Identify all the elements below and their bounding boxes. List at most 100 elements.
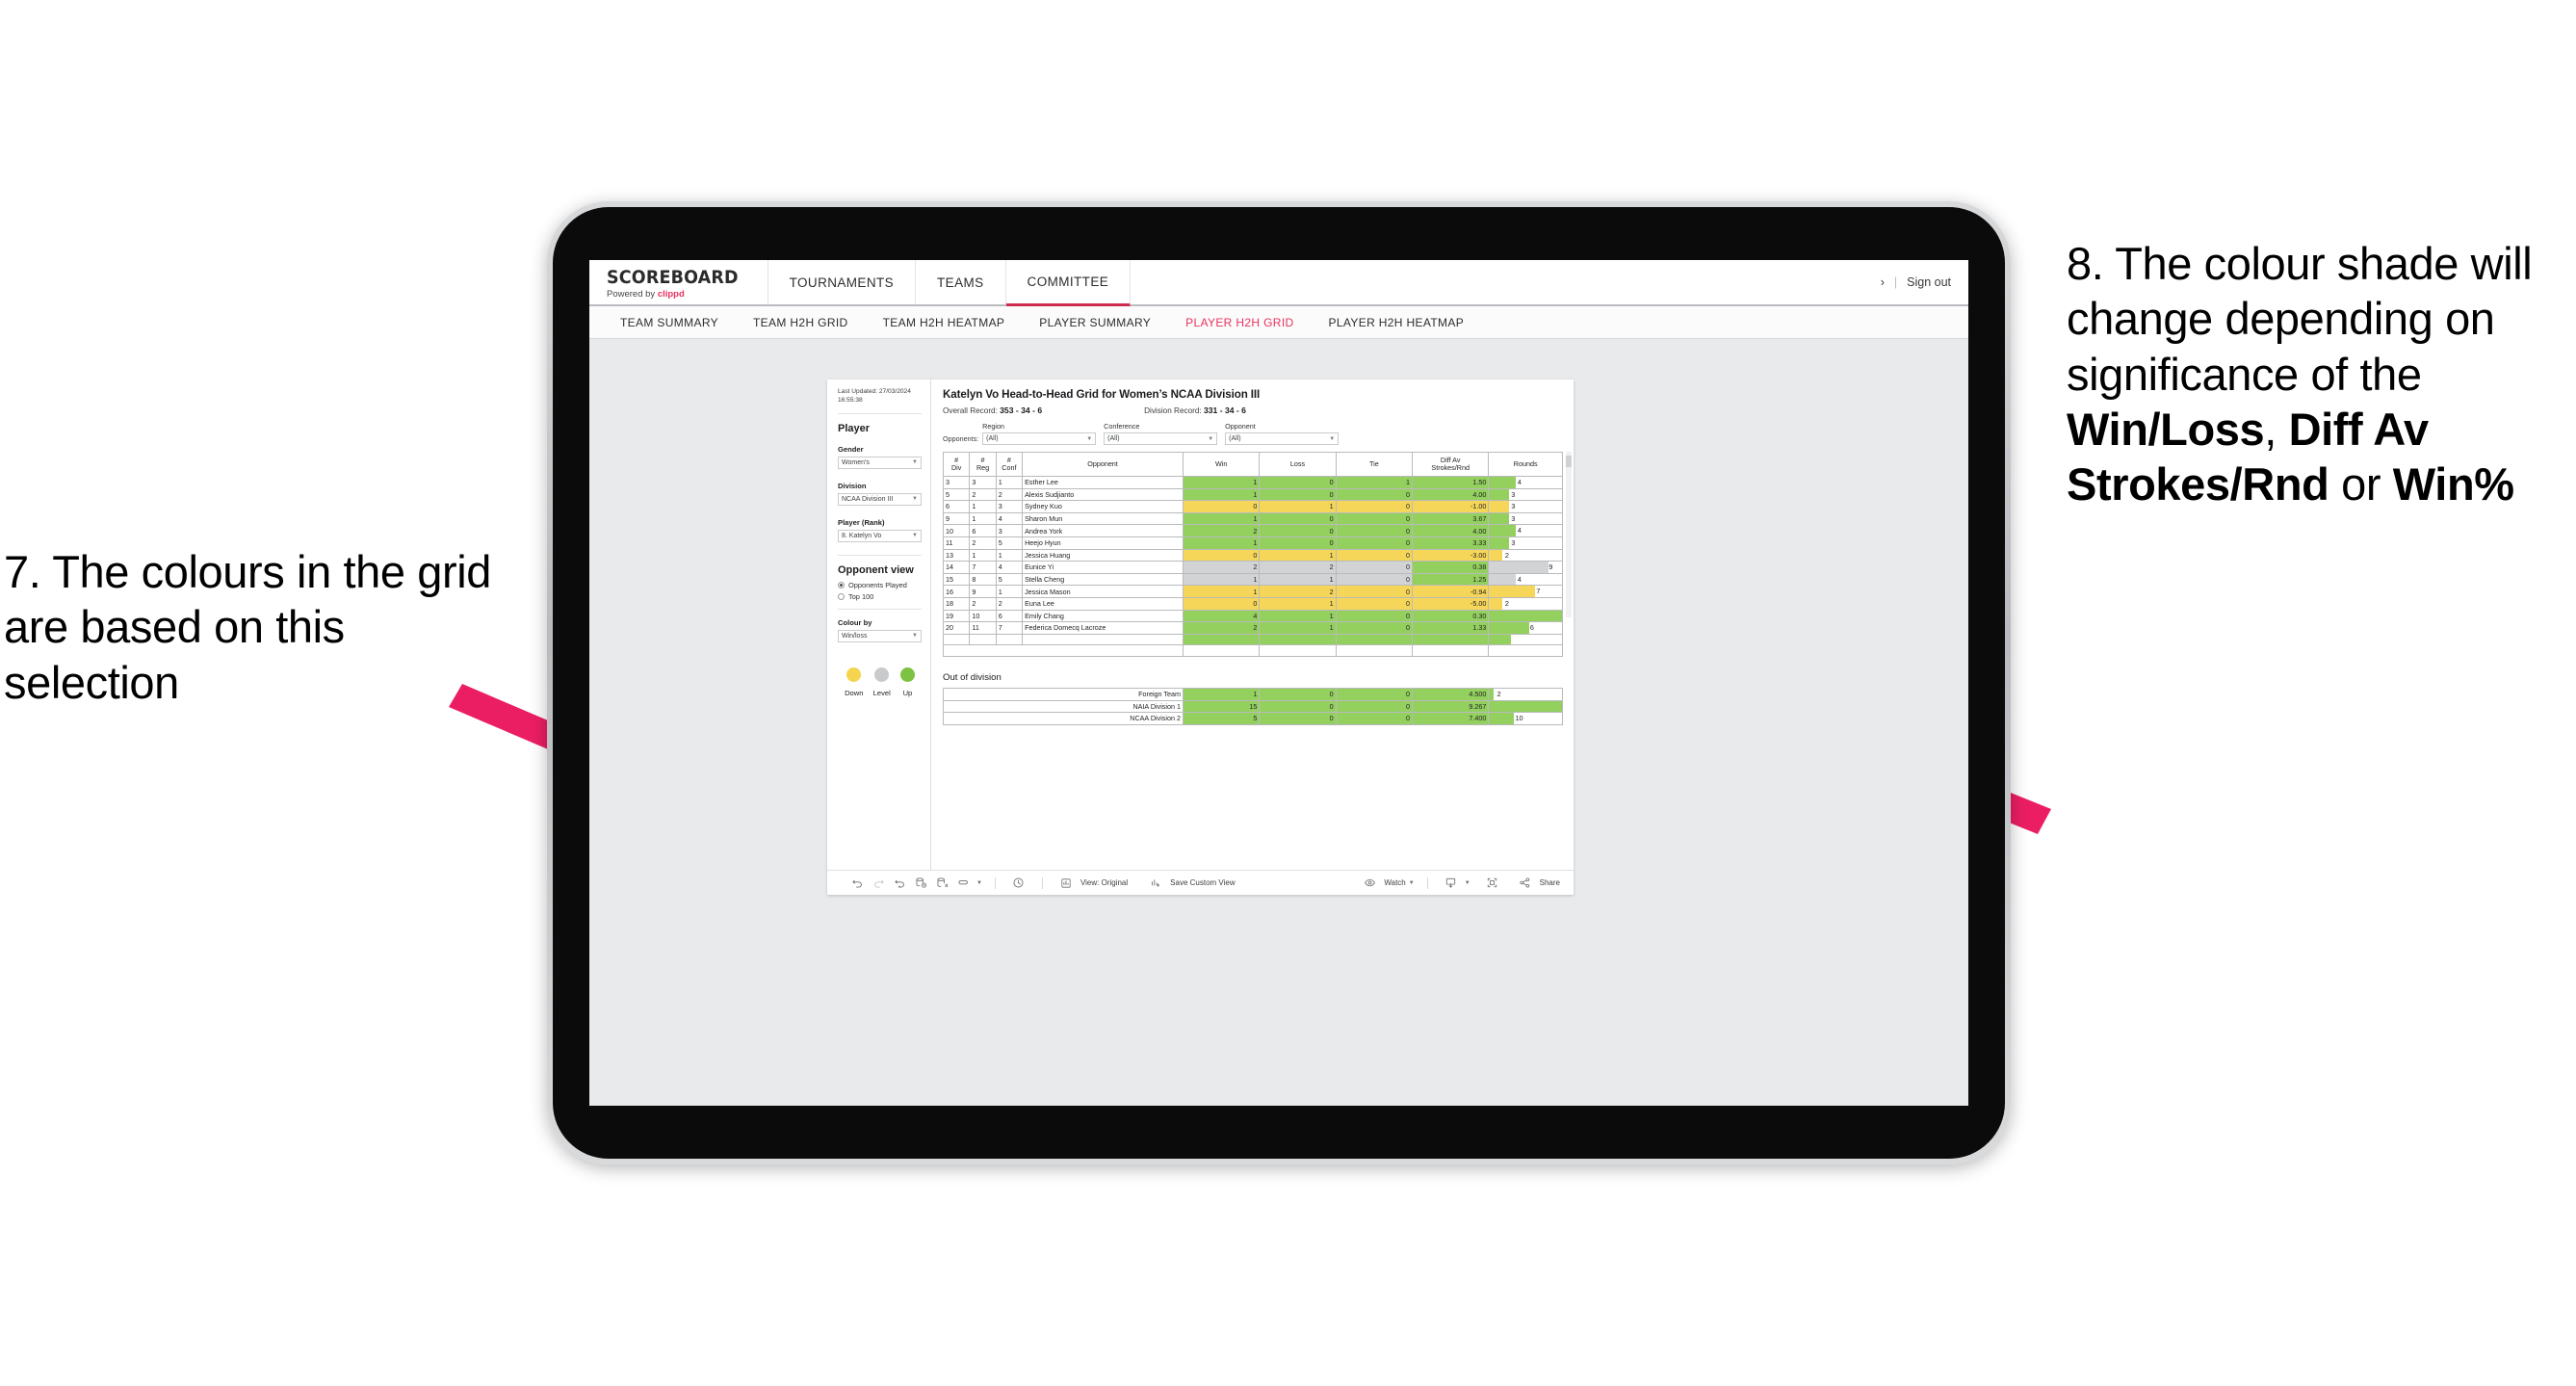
filter-conference-select[interactable]: (All) ▼ [1104,432,1218,445]
cell-name: NCAA Division 2 [943,712,1184,725]
legend-dot-level [874,667,890,682]
filter-colour-by-value: Win/loss [842,632,868,640]
toolbar-share-button[interactable]: Share [1511,874,1564,893]
filter-division-label: Division [838,481,867,490]
cell-win: 1 [1182,476,1261,489]
cell-rounds: 4 [1488,572,1563,587]
toolbar-view-button[interactable]: View: Original [1052,874,1132,893]
table-row[interactable]: NCAA Division 2 5 0 0 7.400 10 [943,712,1563,725]
table-row[interactable]: 9 1 4 Sharon Mun 1 0 0 3.67 3 [942,511,1563,526]
col-conf: # Conf [995,452,1024,477]
cell-rounds: 30 [1488,699,1563,714]
cell-tie: 1 [1335,476,1414,489]
cell-diff-av: -1.00 [1412,500,1490,513]
subnav-team-h2h-heatmap[interactable]: TEAM H2H HEATMAP [866,316,1023,329]
cell-reg: 2 [969,536,997,550]
chevron-down-icon[interactable]: ▼ [1465,880,1470,886]
table-row[interactable]: Foreign Team 1 0 0 4.500 2 [943,687,1563,701]
table-row[interactable]: 18 2 2 Euna Lee 0 1 0 -5.00 2 [942,596,1563,611]
scrollbar-thumb[interactable] [1566,456,1572,467]
cell-win: 0 [1182,500,1261,513]
filter-conference-value: (All) [1107,435,1120,442]
radio-opponents-played-label: Opponents Played [848,580,907,589]
toolbar-divider [1041,876,1043,889]
filter-opponent-select[interactable]: (All) ▼ [1225,432,1340,445]
table-row[interactable]: 20 11 7 Federica Domecq Lacroze 2 1 0 1.33 6 [942,621,1563,635]
filter-gender-select[interactable]: Women’s ▼ [838,456,922,469]
cell-opponent: Euna Lee [1022,596,1184,611]
watch-label: Watch [1384,878,1406,887]
table-row[interactable]: 19106Emily Chang4100.3011 [942,609,1563,623]
subnav-player-summary[interactable]: PLAYER SUMMARY [1022,316,1168,329]
subnav-player-h2h-grid[interactable]: PLAYER H2H GRID [1168,316,1311,329]
toolbar-watch-button[interactable]: Watch ▼ [1355,874,1418,893]
filter-player-rank: Player (Rank) 8. Katelyn Vo ▼ [838,518,922,542]
cell-opponent: Heejo Hyun [1022,536,1184,550]
col-tie: Tie [1335,452,1414,477]
table-row[interactable]: 3 3 1 Esther Lee 1 0 1 1.50 4 [942,476,1563,489]
table-row[interactable]: 6 1 3 Sydney Kuo 0 1 0 -1.00 3 [942,500,1563,513]
brand-logo[interactable]: SCOREBOARD Powered by clippd [589,260,768,304]
cell-reg: 10 [969,609,997,623]
table-row[interactable]: 15 8 5 Stella Cheng 1 1 0 1.25 4 [942,572,1563,587]
h2h-grid-head: #Div #Reg #Conf Opponent Win Loss Tie [942,452,1563,477]
cell-win: 5 [1182,712,1261,725]
filter-region-select[interactable]: (All) ▼ [982,432,1097,445]
revert-icon[interactable] [889,874,910,893]
subnav-player-h2h-heatmap[interactable]: PLAYER H2H HEATMAP [1312,316,1482,329]
toolbar-fullscreen-button[interactable] [1478,874,1507,893]
table-row[interactable]: 5 2 2 Alexis Sudjianto 1 0 0 4.00 3 [942,487,1563,502]
nav-teams[interactable]: TEAMS [916,260,1006,304]
cell-div: 5 [942,487,971,502]
overall-record-value: 353 - 34 - 6 [1000,405,1043,415]
clock-icon[interactable] [1008,874,1029,893]
toolbar-save-custom-view-button[interactable]: Save Custom View [1141,874,1238,893]
cell-diff-av: 3.67 [1412,511,1490,526]
nav-tournaments[interactable]: TOURNAMENTS [768,260,917,304]
undo-icon[interactable] [846,874,868,893]
table-row[interactable]: 13 1 1 Jessica Huang 0 1 0 -3.00 2 [942,548,1563,562]
radio-top-100[interactable]: Top 100 [838,592,922,601]
cell-opponent: Federica Domecq Lacroze [1022,621,1184,635]
cell-conf: 2 [995,487,1024,502]
legend-item-level: Level [873,667,891,697]
h2h-grid-wrap: #Div #Reg #Conf Opponent Win Loss Tie [942,452,1572,657]
table-row[interactable]: 16 9 1 Jessica Mason 1 2 0 -0.94 7 [942,585,1563,598]
cell-tie: 0 [1335,572,1414,587]
table-row[interactable]: 14 7 4 Eunice Yi 2 2 0 0.38 9 [942,561,1563,574]
view-original-label: View: Original [1080,878,1129,887]
col-div: # Div [942,452,971,477]
nav-committee[interactable]: COMMITTEE [1005,260,1132,306]
cell-diff-av: 3.33 [1412,536,1490,550]
cell-opponent: Sharon Mun [1022,511,1184,526]
filter-player-rank-value: 8. Katelyn Vo [842,532,882,539]
table-row[interactable]: 10 6 3 Andrea York 2 0 0 4.00 4 [942,524,1563,537]
table-row[interactable]: NAIA Division 115009.26730 [943,699,1563,714]
chevron-right-icon[interactable]: › [1881,275,1885,289]
table-row[interactable]: 11 2 5 Heejo Hyun 1 0 0 3.33 3 [942,536,1563,550]
table-scrollbar[interactable] [1566,452,1572,617]
filter-player-rank-select[interactable]: 8. Katelyn Vo ▼ [838,529,922,542]
radio-opponents-played[interactable]: Opponents Played [838,581,922,589]
cell-conf: 3 [995,500,1024,513]
cell-conf: 4 [995,511,1024,526]
subnav-team-summary[interactable]: TEAM SUMMARY [603,316,736,329]
filter-division-select[interactable]: NCAA Division III ▼ [838,492,922,506]
cell-win: 2 [1182,524,1261,537]
cell-tie: 0 [1335,596,1414,611]
pause-updates-icon[interactable] [931,874,952,893]
undo-redo-dropdown-icon[interactable] [952,874,974,893]
chevron-down-icon[interactable]: ▼ [1409,880,1415,886]
cell-reg: 1 [969,511,997,526]
refresh-data-icon[interactable] [910,874,931,893]
subnav-team-h2h-grid[interactable]: TEAM H2H GRID [736,316,866,329]
cell-rounds: 6 [1488,621,1563,635]
cell-tie: 0 [1335,511,1414,526]
filter-colour-by-select[interactable]: Win/loss ▼ [838,629,922,642]
chevron-down-icon[interactable]: ▼ [976,880,982,886]
sign-out-link[interactable]: Sign out [1907,275,1951,289]
cell-opponent: Andrea York [1022,524,1184,537]
toolbar-download-button[interactable]: ▼ [1437,874,1474,893]
redo-icon[interactable] [868,874,889,893]
cell-opponent: Eunice Yi [1022,561,1184,574]
